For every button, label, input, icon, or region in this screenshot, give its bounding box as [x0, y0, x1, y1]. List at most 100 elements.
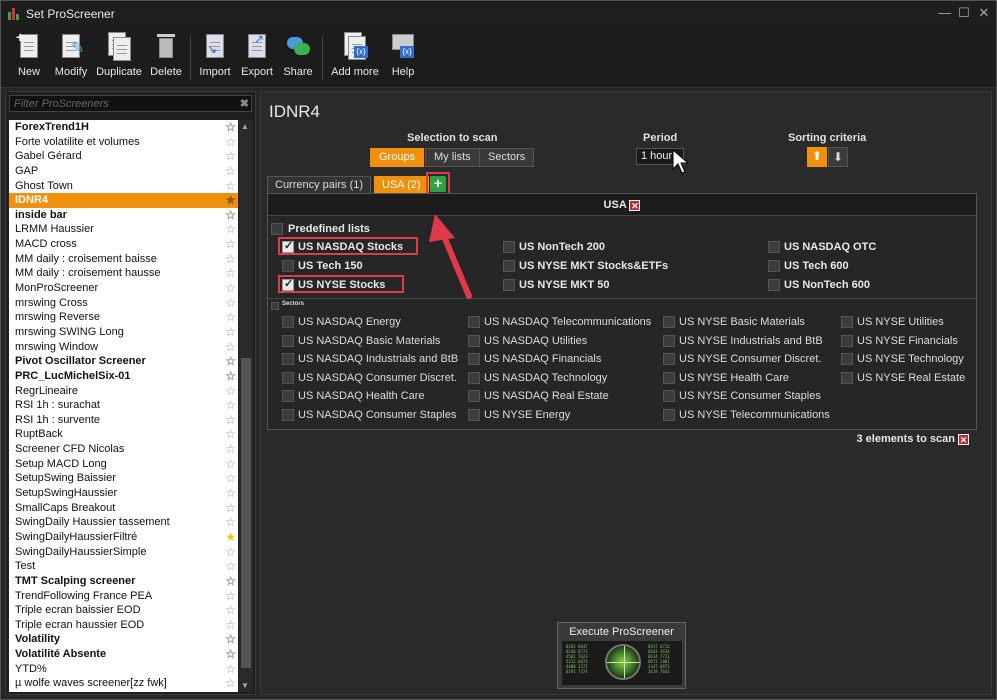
- screener-list-item[interactable]: Triple ecran baissier EOD ☆: [9, 603, 238, 618]
- favorite-star-icon[interactable]: ☆: [225, 252, 236, 267]
- sector-checkbox[interactable]: [468, 409, 480, 421]
- screener-list-item[interactable]: SwingDailyHaussierFiltré ★: [9, 530, 238, 545]
- favorite-star-icon[interactable]: ☆: [225, 515, 236, 530]
- favorite-star-icon[interactable]: ★: [225, 193, 236, 208]
- sectors-checkbox[interactable]: [271, 302, 279, 310]
- scroll-down-icon[interactable]: ▼: [241, 681, 249, 690]
- screener-list-item[interactable]: SmallCaps Breakout ☆: [9, 501, 238, 516]
- screener-list-item[interactable]: Screener CFD Nicolas ☆: [9, 442, 238, 457]
- favorite-star-icon[interactable]: ☆: [225, 310, 236, 325]
- export-button[interactable]: ↗ Export: [238, 32, 276, 78]
- import-button[interactable]: ↘ Import: [196, 32, 234, 78]
- predefined-list-checkbox[interactable]: [503, 279, 515, 291]
- minimize-icon[interactable]: —: [938, 5, 951, 21]
- favorite-star-icon[interactable]: ☆: [225, 603, 236, 618]
- sector-checkbox[interactable]: [468, 353, 480, 366]
- filter-input[interactable]: Filter ProScreeners: [9, 95, 252, 112]
- predefined-list-checkbox[interactable]: [503, 241, 515, 253]
- scroll-thumb[interactable]: [241, 358, 251, 668]
- favorite-star-icon[interactable]: ☆: [225, 647, 236, 662]
- favorite-star-icon[interactable]: ☆: [225, 281, 236, 296]
- sector-checkbox[interactable]: [468, 390, 480, 403]
- screener-list-item[interactable]: Forte volatilite et volumes ☆: [9, 135, 238, 150]
- favorite-star-icon[interactable]: ☆: [225, 662, 236, 677]
- screener-list-item[interactable]: Volatility ☆: [9, 632, 238, 647]
- screener-list-item[interactable]: MM daily : croisement hausse ☆: [9, 266, 238, 281]
- screener-list-item[interactable]: SetupSwingHaussier ☆: [9, 486, 238, 501]
- modify-button[interactable]: ✎ Modify: [51, 32, 91, 78]
- clear-filter-icon[interactable]: ✖: [240, 97, 249, 110]
- favorite-star-icon[interactable]: ☆: [225, 222, 236, 237]
- sector-checkbox[interactable]: [841, 371, 853, 384]
- favorite-star-icon[interactable]: ☆: [225, 164, 236, 179]
- favorite-star-icon[interactable]: ☆: [225, 398, 236, 413]
- favorite-star-icon[interactable]: ☆: [225, 486, 236, 501]
- sector-checkbox[interactable]: [841, 353, 853, 366]
- predefined-list-checkbox[interactable]: [282, 260, 294, 272]
- predefined-list-checkbox[interactable]: [768, 260, 780, 272]
- favorite-star-icon[interactable]: ☆: [225, 676, 236, 691]
- sort-ascending-icon[interactable]: ⬆: [807, 147, 827, 167]
- sector-checkbox[interactable]: [841, 316, 853, 328]
- sectors-button[interactable]: Sectors: [479, 148, 535, 167]
- favorite-star-icon[interactable]: ★: [225, 530, 236, 545]
- favorite-star-icon[interactable]: ☆: [225, 237, 236, 252]
- favorite-star-icon[interactable]: ☆: [225, 384, 236, 399]
- my-lists-button[interactable]: My lists: [425, 148, 480, 167]
- sector-checkbox[interactable]: [468, 334, 480, 347]
- favorite-star-icon[interactable]: ☆: [225, 266, 236, 281]
- screener-list-item[interactable]: SwingDaily Haussier tassement ☆: [9, 515, 238, 530]
- favorite-star-icon[interactable]: ☆: [225, 354, 236, 369]
- delete-button[interactable]: Delete: [147, 32, 185, 78]
- screener-list-item[interactable]: mrswing Window ☆: [9, 340, 238, 355]
- sector-checkbox[interactable]: [663, 316, 675, 328]
- favorite-star-icon[interactable]: ☆: [225, 179, 236, 194]
- favorite-star-icon[interactable]: ☆: [225, 413, 236, 428]
- predefined-list-checkbox[interactable]: [768, 241, 780, 253]
- favorite-star-icon[interactable]: ☆: [225, 149, 236, 164]
- help-button[interactable]: {x} Help: [386, 32, 420, 78]
- favorite-star-icon[interactable]: ☆: [225, 618, 236, 633]
- favorite-star-icon[interactable]: ☆: [225, 471, 236, 486]
- screener-list-item[interactable]: µ wolfe waves screener[zz fwk] ☆: [9, 676, 238, 691]
- sector-checkbox[interactable]: [468, 371, 480, 384]
- screener-list-item[interactable]: RSI 1h : surachat ☆: [9, 398, 238, 413]
- screener-list-item[interactable]: GAP ☆: [9, 164, 238, 179]
- sector-checkbox[interactable]: [282, 334, 294, 347]
- favorite-star-icon[interactable]: ☆: [225, 559, 236, 574]
- add-more-button[interactable]: {x} Add more: [328, 32, 382, 78]
- remove-tab-icon[interactable]: ✕: [629, 199, 641, 211]
- screener-list-item[interactable]: SetupSwing Baissier ☆: [9, 471, 238, 486]
- screener-list-item[interactable]: mrswing Reverse ☆: [9, 310, 238, 325]
- screener-list-item[interactable]: PRC_LucMichelSix-01 ☆: [9, 369, 238, 384]
- share-button[interactable]: Share: [280, 32, 316, 78]
- tab-usa[interactable]: USA (2): [374, 176, 429, 194]
- screener-list-item[interactable]: LRMM Haussier ☆: [9, 222, 238, 237]
- screener-list-item[interactable]: mrswing SWING Long ☆: [9, 325, 238, 340]
- favorite-star-icon[interactable]: ☆: [225, 120, 236, 135]
- groups-button[interactable]: Groups: [370, 148, 425, 167]
- sort-descending-icon[interactable]: ⬇: [828, 147, 848, 167]
- new-button[interactable]: + New: [11, 29, 47, 78]
- screener-list-item[interactable]: MM daily : croisement baisse ☆: [9, 252, 238, 267]
- screener-list-item[interactable]: TMT Scalping screener ☆: [9, 574, 238, 589]
- clear-count-icon[interactable]: ✕: [958, 433, 969, 445]
- scroll-up-icon[interactable]: ▲: [241, 122, 249, 131]
- screener-list-item[interactable]: SwingDailyHaussierSimple ☆: [9, 545, 238, 560]
- sector-checkbox[interactable]: [663, 371, 675, 384]
- sector-checkbox[interactable]: [282, 316, 294, 328]
- favorite-star-icon[interactable]: ☆: [225, 325, 236, 340]
- maximize-icon[interactable]: ☐: [958, 5, 970, 21]
- screener-list-item[interactable]: Gabel Gérard ☆: [9, 149, 238, 164]
- screener-list-item[interactable]: Setup MACD Long ☆: [9, 457, 238, 472]
- favorite-star-icon[interactable]: ☆: [225, 501, 236, 516]
- sector-checkbox[interactable]: [282, 390, 294, 403]
- sector-checkbox[interactable]: [282, 409, 294, 421]
- screener-list-item[interactable]: IDNR4 ★: [9, 193, 238, 208]
- screener-list-item[interactable]: inside bar ☆: [9, 208, 238, 223]
- screener-list-item[interactable]: ForexTrend1H ☆: [9, 120, 238, 135]
- screener-list-item[interactable]: Pivot Oscillator Screener ☆: [9, 354, 238, 369]
- screener-list-item[interactable]: MACD cross ☆: [9, 237, 238, 252]
- screener-list-item[interactable]: Test ☆: [9, 559, 238, 574]
- favorite-star-icon[interactable]: ☆: [225, 369, 236, 384]
